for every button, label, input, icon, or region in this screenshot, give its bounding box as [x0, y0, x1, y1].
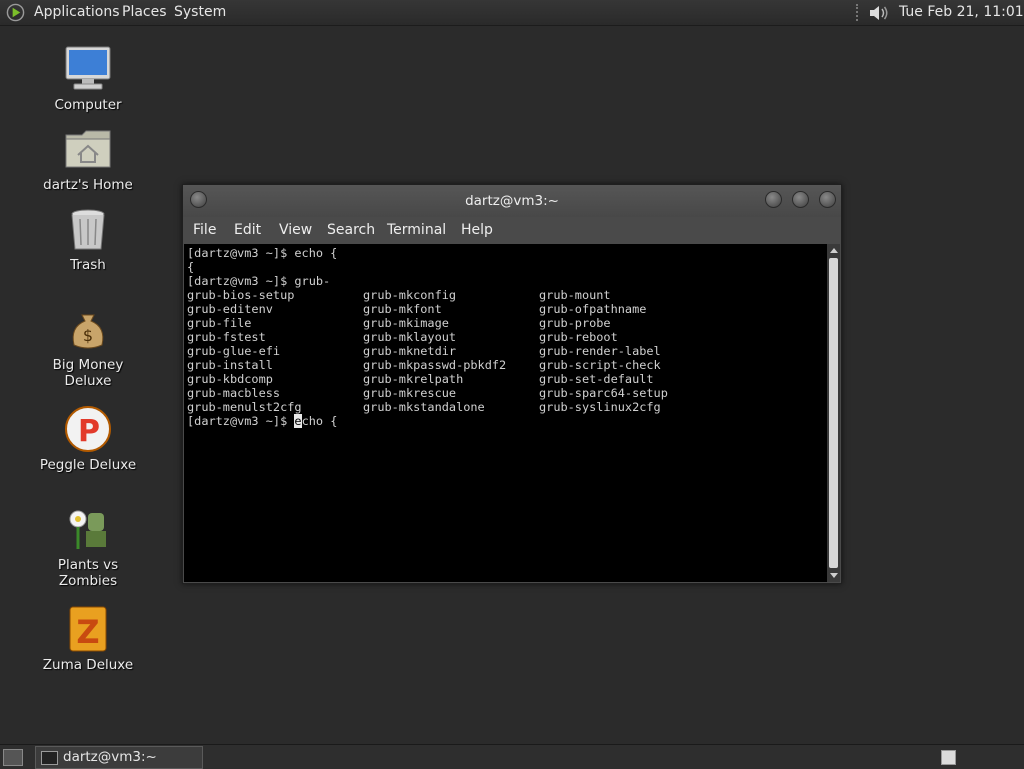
- menu-terminal[interactable]: Terminal: [387, 222, 446, 238]
- menu-search[interactable]: Search: [327, 222, 375, 238]
- system-menu[interactable]: System: [174, 4, 226, 20]
- completion-item: grub-mkrelpath: [363, 372, 464, 386]
- places-menu[interactable]: Places: [122, 4, 167, 20]
- desktop-icon-label: Trash: [70, 257, 106, 273]
- terminal-screen[interactable]: [dartz@vm3 ~]$ echo { { [dartz@vm3 ~]$ g…: [184, 244, 827, 582]
- completion-item: grub-install: [187, 358, 273, 372]
- desktop-icon-label: Big Money Deluxe: [52, 357, 124, 389]
- completion-item: grub-set-default: [539, 372, 654, 386]
- completion-item: grub-mkpasswd-pbkdf2: [363, 358, 507, 372]
- svg-text:P: P: [78, 414, 100, 449]
- completion-item: grub-menulst2cfg: [187, 400, 302, 414]
- desktop-icon-label: Zuma Deluxe: [42, 657, 134, 673]
- completion-item: grub-glue-efi: [187, 344, 281, 358]
- completion-item: grub-reboot: [539, 330, 618, 344]
- scroll-down-arrow-icon[interactable]: [830, 573, 838, 578]
- terminal-line: {: [187, 260, 195, 274]
- panel-separator: [856, 4, 864, 21]
- terminal-line: [dartz@vm3 ~]$ grub-: [187, 274, 331, 288]
- completion-item: grub-script-check: [539, 358, 661, 372]
- window-title: dartz@vm3:~: [465, 193, 559, 209]
- completion-item: grub-kbdcomp: [187, 372, 273, 386]
- home-folder-icon: [65, 130, 111, 168]
- scrollbar-thumb[interactable]: [829, 258, 838, 568]
- trash-icon: [71, 209, 105, 250]
- completion-item: grub-mkrescue: [363, 386, 457, 400]
- completion-item: grub-mkimage: [363, 316, 449, 330]
- completion-item: grub-fstest: [187, 330, 266, 344]
- desktop-icon-home[interactable]: dartz's Home: [28, 125, 148, 193]
- window-titlebar[interactable]: dartz@vm3:~: [183, 185, 841, 217]
- top-panel: Applications Places System Tue Feb 21, 1…: [0, 0, 1024, 26]
- terminal-prompt-line: [dartz@vm3 ~]$ echo {: [187, 414, 337, 428]
- desktop-icon-big-money[interactable]: $ Big Money Deluxe: [28, 305, 148, 389]
- desktop-icon-label: Computer: [54, 97, 122, 113]
- completion-item: grub-render-label: [539, 344, 661, 358]
- completion-item: grub-macbless: [187, 386, 281, 400]
- terminal-menubar: File Edit View Search Terminal Help: [183, 217, 841, 244]
- maximize-button[interactable]: [792, 191, 809, 208]
- scroll-up-arrow-icon[interactable]: [830, 248, 838, 253]
- desktop-icon-label: dartz's Home: [43, 177, 133, 193]
- completion-item: grub-probe: [539, 316, 611, 330]
- desktop-icon-trash[interactable]: Trash: [28, 205, 148, 273]
- completion-item: grub-mkconfig: [363, 288, 457, 302]
- completion-item: grub-mklayout: [363, 330, 457, 344]
- volume-icon[interactable]: [868, 3, 890, 23]
- money-bag-icon: $: [72, 314, 104, 349]
- svg-text:$: $: [83, 326, 93, 345]
- completion-item: grub-ofpathname: [539, 302, 647, 316]
- completion-item: grub-syslinux2cfg: [539, 400, 661, 414]
- completion-item: grub-file: [187, 316, 252, 330]
- workspace-switcher[interactable]: [941, 750, 956, 765]
- clock[interactable]: Tue Feb 21, 11:01 PM: [899, 4, 1024, 20]
- plants-zombies-icon: [69, 510, 106, 549]
- close-button[interactable]: [819, 191, 836, 208]
- desktop-icon-zuma[interactable]: Z Zuma Deluxe: [28, 605, 148, 673]
- taskbar-item-label: dartz@vm3:~: [63, 749, 157, 765]
- completion-item: grub-mkstandalone: [363, 400, 485, 414]
- applications-menu-icon[interactable]: [6, 3, 25, 22]
- prompt-text: [dartz@vm3 ~]$: [187, 414, 295, 428]
- desktop-icon-label: Plants vs Zombies: [57, 557, 119, 589]
- terminal-icon: [41, 751, 58, 765]
- completion-item: grub-sparc64-setup: [539, 386, 668, 400]
- computer-icon: [65, 46, 111, 90]
- taskbar-item-terminal[interactable]: dartz@vm3:~: [35, 746, 203, 769]
- menu-view[interactable]: View: [279, 222, 312, 238]
- bottom-panel: dartz@vm3:~: [0, 744, 1024, 769]
- applications-menu[interactable]: Applications: [34, 4, 120, 20]
- desktop-icon-peggle[interactable]: P Peggle Deluxe: [28, 405, 148, 473]
- desktop-icon-label: Peggle Deluxe: [39, 457, 137, 473]
- zuma-icon: Z: [69, 606, 107, 652]
- desktop-icon-plants-zombies[interactable]: Plants vs Zombies: [28, 505, 148, 589]
- completion-item: grub-bios-setup: [187, 288, 295, 302]
- completion-item: grub-mkfont: [363, 302, 442, 316]
- completion-item: grub-mknetdir: [363, 344, 457, 358]
- terminal-line: [dartz@vm3 ~]$ echo {: [187, 246, 338, 260]
- show-desktop-icon[interactable]: [3, 749, 23, 766]
- terminal-window[interactable]: dartz@vm3:~ File Edit View Search Termin…: [182, 184, 842, 584]
- menu-file[interactable]: File: [193, 222, 216, 238]
- menu-help[interactable]: Help: [461, 222, 493, 238]
- menu-edit[interactable]: Edit: [234, 222, 261, 238]
- completion-item: grub-editenv: [187, 302, 273, 316]
- peggle-icon: P: [65, 406, 111, 452]
- scrollbar[interactable]: [827, 244, 840, 582]
- command-text: cho {: [301, 414, 338, 428]
- minimize-button[interactable]: [765, 191, 782, 208]
- desktop-icon-computer[interactable]: Computer: [28, 45, 148, 113]
- text-cursor: e: [294, 414, 302, 428]
- svg-text:Z: Z: [76, 613, 99, 651]
- completion-item: grub-mount: [539, 288, 611, 302]
